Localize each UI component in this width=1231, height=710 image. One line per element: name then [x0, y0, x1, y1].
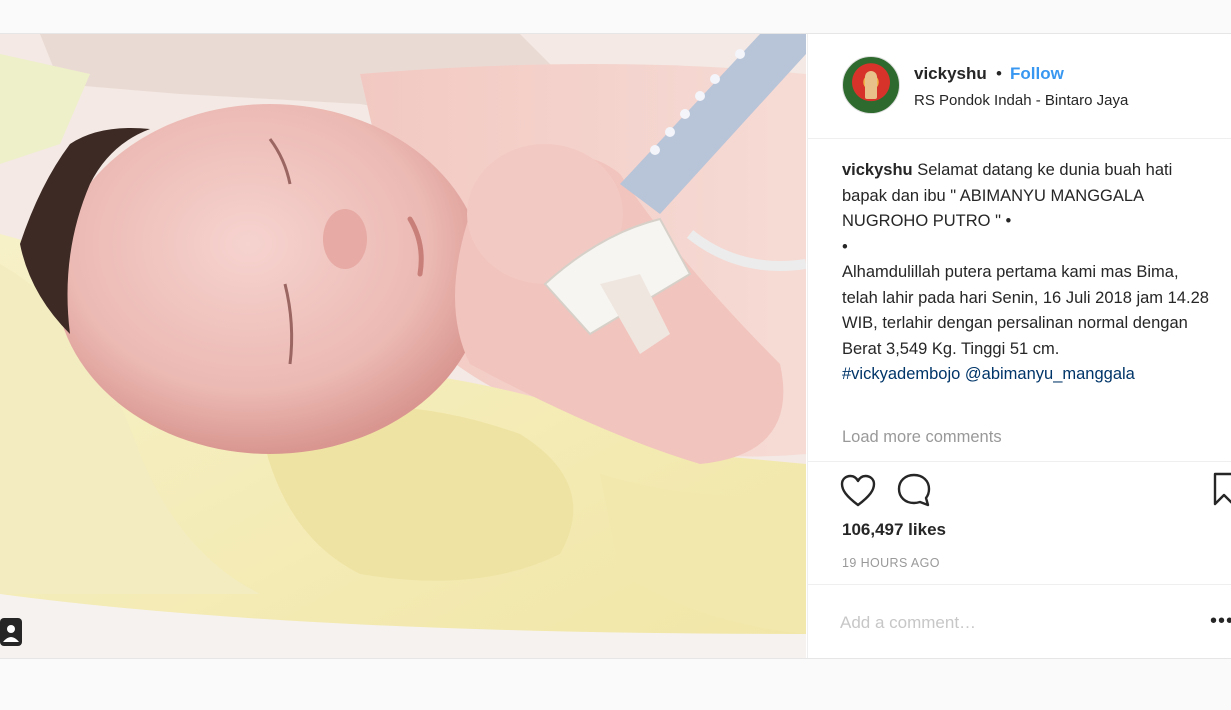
follow-button[interactable]: Follow [1010, 64, 1064, 84]
username-link[interactable]: vickyshu [914, 64, 987, 84]
instagram-post: vickyshu • Follow RS Pondok Indah - Bint… [0, 33, 1231, 659]
avatar[interactable] [842, 56, 900, 114]
separator-dot: • [996, 64, 1002, 83]
caption-username[interactable]: vickyshu [842, 161, 913, 179]
bookmark-icon[interactable] [1212, 472, 1231, 506]
caption-text-2: • [842, 237, 848, 256]
heart-outline-icon[interactable] [840, 474, 876, 508]
caption-text-3: Alhamdulillah putera pertama kami mas Bi… [842, 263, 1209, 358]
ellipsis-icon[interactable]: ••• [1210, 611, 1231, 634]
speech-bubble-icon[interactable] [896, 472, 932, 508]
add-comment-input[interactable] [840, 610, 1170, 636]
post-photo[interactable] [0, 34, 806, 658]
newborn-baby-photo [0, 34, 806, 658]
mention-link[interactable]: @abimanyu_manggala [965, 365, 1135, 383]
post-timestamp: 19 HOURS AGO [842, 556, 940, 570]
person-tag-icon[interactable] [0, 618, 22, 646]
post-header: vickyshu • Follow RS Pondok Indah - Bint… [808, 34, 1231, 139]
load-more-comments-button[interactable]: Load more comments [842, 428, 1002, 447]
actions-divider [808, 461, 1231, 462]
post-caption: vickyshu Selamat datang ke dunia buah ha… [842, 158, 1212, 388]
likes-count[interactable]: 106,497 likes [842, 520, 946, 540]
hashtag-link[interactable]: #vickyadembojo [842, 365, 960, 383]
location-link[interactable]: RS Pondok Indah - Bintaro Jaya [914, 92, 1128, 109]
post-side-panel: vickyshu • Follow RS Pondok Indah - Bint… [807, 34, 1231, 658]
